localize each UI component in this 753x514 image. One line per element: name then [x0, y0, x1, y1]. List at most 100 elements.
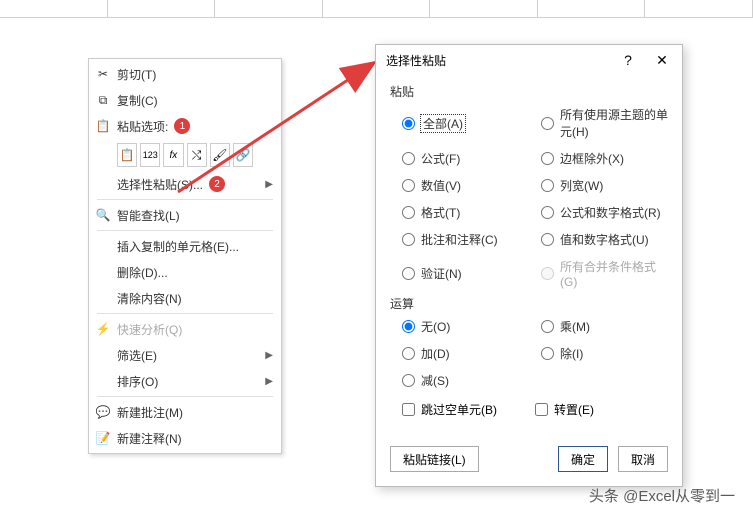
- radio-op-none-label: 无(O): [421, 318, 450, 335]
- paste-group-label: 粘贴: [390, 83, 668, 100]
- check-skip-blanks[interactable]: 跳过空单元(B): [402, 401, 523, 418]
- scissors-icon: ✂: [95, 67, 111, 81]
- menu-separator: [97, 313, 273, 314]
- menu-smart-lookup-label: 智能查找(L): [117, 207, 180, 224]
- radio-formats-label: 格式(T): [421, 204, 460, 221]
- menu-filter[interactable]: 筛选(E) ▶: [89, 342, 281, 368]
- annotation-badge-2: 2: [209, 176, 225, 192]
- radio-op-divide[interactable]: 除(I): [541, 345, 668, 362]
- search-icon: 🔍: [95, 208, 111, 222]
- paste-icon-formatting[interactable]: 🖌: [210, 143, 230, 167]
- copy-icon: ⧉: [95, 93, 111, 108]
- radio-comments[interactable]: 批注和注释(C): [402, 231, 529, 248]
- radio-validation-label: 验证(N): [421, 265, 462, 282]
- radio-op-add-label: 加(D): [421, 345, 450, 362]
- watermark-text: 头条 @Excel从零到一: [589, 485, 735, 506]
- radio-formulas-num-fmt-label: 公式和数字格式(R): [560, 204, 661, 221]
- menu-new-note[interactable]: 📝 新建注释(N): [89, 425, 281, 451]
- spreadsheet-column-headers: [0, 0, 753, 18]
- menu-filter-label: 筛选(E): [117, 347, 157, 364]
- chevron-right-icon: ▶: [265, 179, 273, 190]
- menu-insert-copied[interactable]: 插入复制的单元格(E)...: [89, 233, 281, 259]
- chevron-right-icon: ▶: [265, 350, 273, 361]
- menu-copy[interactable]: ⧉ 复制(C): [89, 87, 281, 113]
- menu-delete[interactable]: 删除(D)...: [89, 259, 281, 285]
- radio-values-label: 数值(V): [421, 177, 461, 194]
- radio-op-add[interactable]: 加(D): [402, 345, 529, 362]
- paste-icon-values[interactable]: 123: [140, 143, 160, 167]
- operation-radio-group: 无(O) 乘(M) 加(D) 除(I) 减(S): [390, 318, 668, 389]
- ok-button[interactable]: 确定: [558, 446, 608, 472]
- menu-cut[interactable]: ✂ 剪切(T): [89, 61, 281, 87]
- radio-borders-except[interactable]: 边框除外(X): [541, 150, 668, 167]
- radio-validation[interactable]: 验证(N): [402, 258, 529, 289]
- menu-insert-copied-label: 插入复制的单元格(E)...: [117, 238, 239, 255]
- menu-new-comment-label: 新建批注(M): [117, 404, 183, 421]
- radio-all-merge-cond-label: 所有合并条件格式(G): [560, 258, 668, 289]
- radio-formulas-label: 公式(F): [421, 150, 460, 167]
- help-button[interactable]: ?: [614, 48, 642, 72]
- paste-icon-link[interactable]: 🔗: [233, 143, 253, 167]
- note-icon: 📝: [95, 431, 111, 445]
- menu-smart-lookup[interactable]: 🔍 智能查找(L): [89, 202, 281, 228]
- menu-clear-contents-label: 清除内容(N): [117, 290, 182, 307]
- menu-separator: [97, 199, 273, 200]
- radio-op-multiply[interactable]: 乘(M): [541, 318, 668, 335]
- annotation-badge-1: 1: [174, 118, 190, 134]
- radio-col-widths[interactable]: 列宽(W): [541, 177, 668, 194]
- radio-op-multiply-label: 乘(M): [560, 318, 590, 335]
- radio-all-source-theme[interactable]: 所有使用源主题的单元(H): [541, 106, 668, 140]
- radio-borders-except-label: 边框除外(X): [560, 150, 624, 167]
- menu-sort[interactable]: 排序(O) ▶: [89, 368, 281, 394]
- radio-all[interactable]: 全部(A): [402, 106, 529, 140]
- radio-op-none[interactable]: 无(O): [402, 318, 529, 335]
- clipboard-icon: 📋: [95, 119, 111, 133]
- radio-op-subtract-label: 减(S): [421, 372, 449, 389]
- radio-all-merge-cond: 所有合并条件格式(G): [541, 258, 668, 289]
- check-transpose[interactable]: 转置(E): [535, 401, 656, 418]
- menu-separator: [97, 396, 273, 397]
- radio-comments-label: 批注和注释(C): [421, 231, 498, 248]
- paste-radio-group: 全部(A) 所有使用源主题的单元(H) 公式(F) 边框除外(X) 数值(V) …: [390, 106, 668, 289]
- dialog-footer: 粘贴链接(L) 确定 取消: [376, 442, 682, 486]
- menu-separator: [97, 230, 273, 231]
- dialog-titlebar: 选择性粘贴 ? ✕: [376, 45, 682, 75]
- context-menu: ✂ 剪切(T) ⧉ 复制(C) 📋 粘贴选项: 1 📋 123 fx ⤭ 🖌 🔗…: [88, 58, 282, 454]
- chevron-right-icon: ▶: [265, 376, 273, 387]
- menu-new-note-label: 新建注释(N): [117, 430, 182, 447]
- check-transpose-label: 转置(E): [554, 401, 594, 418]
- radio-col-widths-label: 列宽(W): [560, 177, 603, 194]
- comment-icon: 💬: [95, 405, 111, 419]
- cancel-button[interactable]: 取消: [618, 446, 668, 472]
- radio-all-label: 全部(A): [421, 115, 465, 132]
- menu-copy-label: 复制(C): [117, 92, 158, 109]
- checkbox-row: 跳过空单元(B) 转置(E): [390, 393, 668, 428]
- menu-quick-analysis-label: 快速分析(Q): [117, 321, 182, 338]
- menu-sort-label: 排序(O): [117, 373, 158, 390]
- radio-values-num-fmt-label: 值和数字格式(U): [560, 231, 649, 248]
- menu-new-comment[interactable]: 💬 新建批注(M): [89, 399, 281, 425]
- paste-icon-formulas[interactable]: fx: [163, 143, 183, 167]
- close-button[interactable]: ✕: [648, 48, 676, 72]
- radio-all-source-theme-label: 所有使用源主题的单元(H): [560, 106, 668, 140]
- radio-values[interactable]: 数值(V): [402, 177, 529, 194]
- dialog-title: 选择性粘贴: [386, 52, 446, 69]
- radio-op-divide-label: 除(I): [560, 345, 583, 362]
- radio-values-num-fmt[interactable]: 值和数字格式(U): [541, 231, 668, 248]
- menu-paste-options-label: 粘贴选项:: [117, 118, 168, 135]
- paste-link-button[interactable]: 粘贴链接(L): [390, 446, 479, 472]
- operation-group-label: 运算: [390, 295, 668, 312]
- menu-cut-label: 剪切(T): [117, 66, 156, 83]
- radio-op-subtract[interactable]: 减(S): [402, 372, 529, 389]
- paste-special-dialog: 选择性粘贴 ? ✕ 粘贴 全部(A) 所有使用源主题的单元(H) 公式(F) 边…: [375, 44, 683, 487]
- radio-formulas[interactable]: 公式(F): [402, 150, 529, 167]
- menu-paste-special[interactable]: 选择性粘贴(S)... 2 ▶: [89, 171, 281, 197]
- radio-formulas-num-fmt[interactable]: 公式和数字格式(R): [541, 204, 668, 221]
- paste-icon-transpose[interactable]: ⤭: [187, 143, 207, 167]
- quick-analysis-icon: ⚡: [95, 322, 111, 336]
- menu-quick-analysis: ⚡ 快速分析(Q): [89, 316, 281, 342]
- radio-formats[interactable]: 格式(T): [402, 204, 529, 221]
- paste-icon-all[interactable]: 📋: [117, 143, 137, 167]
- menu-clear-contents[interactable]: 清除内容(N): [89, 285, 281, 311]
- menu-paste-special-label: 选择性粘贴(S)...: [117, 176, 203, 193]
